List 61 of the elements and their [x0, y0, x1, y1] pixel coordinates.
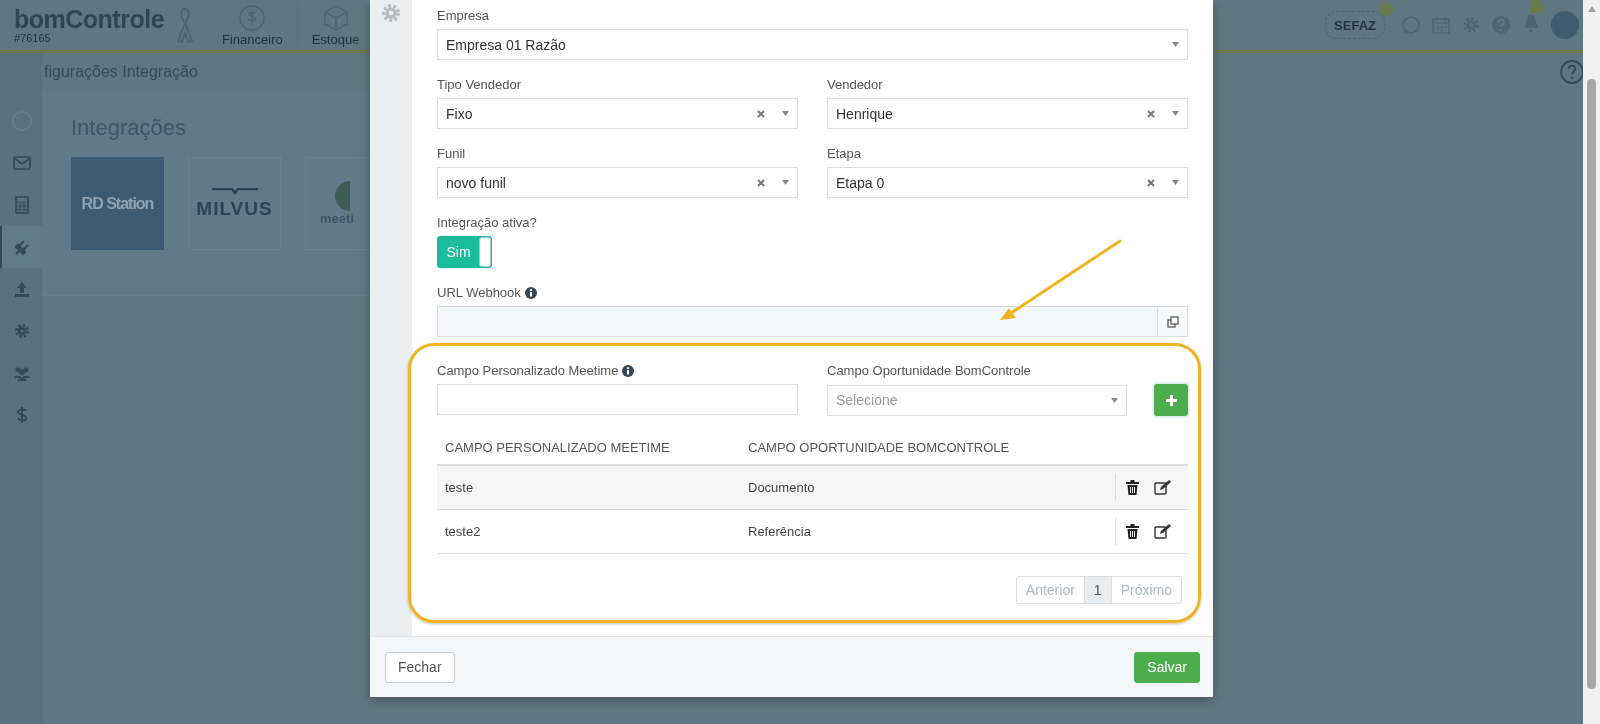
scroll-up-icon[interactable] [1586, 5, 1597, 13]
scrollbar-thumb[interactable] [1587, 79, 1596, 689]
clear-icon[interactable] [757, 109, 765, 118]
trash-icon[interactable] [1126, 480, 1139, 495]
notification-badge [1379, 2, 1393, 16]
save-button[interactable]: Salvar [1134, 651, 1200, 683]
field-label: Funil [437, 146, 467, 162]
select-field[interactable]: Henrique [827, 98, 1188, 129]
plug-icon [12, 237, 32, 257]
plus-icon [1165, 394, 1177, 406]
field-label: Tipo Vendedor [437, 77, 523, 93]
help-icon[interactable] [1559, 59, 1585, 85]
info-icon[interactable] [622, 365, 635, 377]
caret-icon [1172, 111, 1179, 116]
table-cell-text: teste2 [444, 524, 482, 539]
gear-icon [12, 321, 32, 341]
notification-badge [1529, 0, 1543, 14]
calculator-icon [12, 195, 32, 215]
scrollbar[interactable] [1583, 0, 1600, 724]
integration-tile[interactable]: RD Station [71, 157, 164, 250]
field-label: Empresa [437, 8, 491, 24]
trash-icon[interactable] [1126, 524, 1139, 539]
info-icon[interactable] [524, 287, 537, 299]
clear-icon[interactable] [1147, 178, 1155, 187]
table-cell-text: Documento [747, 480, 816, 495]
table-cell-text: Referência [747, 524, 812, 539]
text-field[interactable] [437, 384, 798, 415]
table-cell-text: teste [444, 480, 475, 495]
nav-item[interactable]: Financeiro [208, 3, 297, 47]
sidebar-item[interactable] [0, 226, 42, 268]
field-label: Etapa [827, 146, 862, 162]
select-field[interactable]: Empresa 01 Razão [437, 29, 1188, 60]
edit-icon[interactable] [1154, 480, 1171, 495]
select-field[interactable]: novo funil [437, 167, 798, 198]
close-button[interactable]: Fechar [385, 651, 455, 683]
field-label: Integração ativa? [437, 215, 538, 231]
column-header: CAMPO OPORTUNIDADE BOMCONTROLE [747, 439, 1011, 455]
wing-icon [211, 187, 258, 196]
avatar[interactable] [1551, 11, 1579, 39]
select-field[interactable]: Selecione [827, 384, 1127, 416]
add-button[interactable] [1154, 384, 1188, 416]
edit-icon[interactable] [1154, 524, 1171, 539]
clear-icon[interactable] [1147, 109, 1155, 118]
mail-icon [12, 153, 32, 173]
field-label: Campo Oportunidade BomControle [827, 363, 1032, 379]
caret-icon [1172, 180, 1179, 185]
caret-icon [782, 111, 789, 116]
select-field[interactable]: Etapa 0 [827, 167, 1188, 198]
page-link[interactable]: 1 [1083, 576, 1112, 604]
select-field[interactable]: Fixo [437, 98, 798, 129]
caret-icon [782, 180, 789, 185]
field-label: Campo Personalizado Meetime [437, 363, 619, 379]
caret-icon [1111, 397, 1118, 403]
field-label: URL Webhook [437, 285, 521, 301]
toggle-switch[interactable]: Sim [437, 236, 492, 268]
field-label: Vendedor [827, 77, 884, 93]
caret-icon [1172, 42, 1179, 47]
account-number: #76165 [14, 32, 52, 44]
clear-icon[interactable] [757, 178, 765, 187]
bell-icon[interactable] [1521, 12, 1541, 34]
column-header: CAMPO PERSONALIZADO MEETIME [444, 439, 671, 455]
